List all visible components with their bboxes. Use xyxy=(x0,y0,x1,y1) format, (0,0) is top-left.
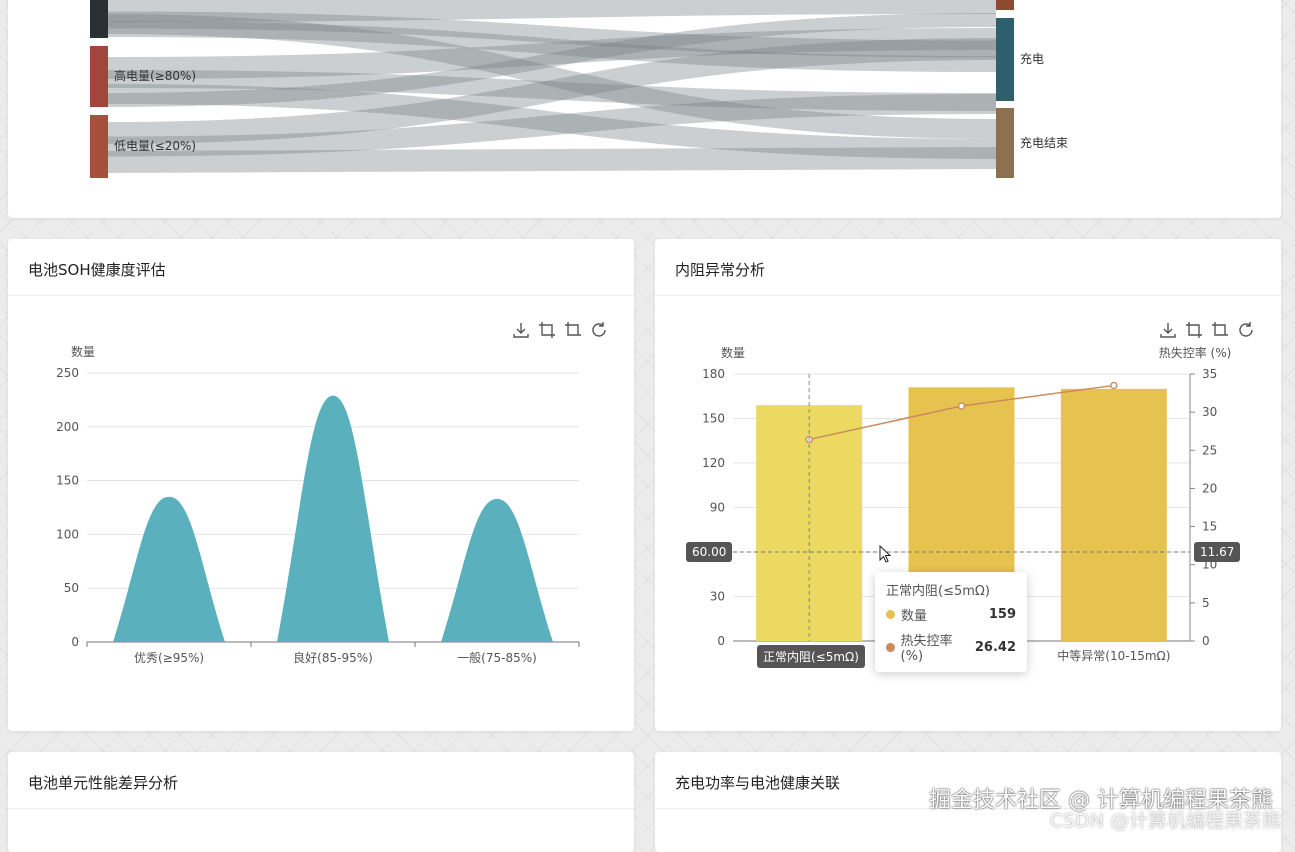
y-tick-label-left: 180 xyxy=(702,367,725,381)
sankey-label-right-2: 充电结束 xyxy=(1020,135,1068,150)
x-tick-label: 中等异常(10-15mΩ) xyxy=(1057,648,1170,663)
watermark-text-secondary: CSDN @计算机编程果茶熊 xyxy=(1049,810,1281,832)
y-tick-label: 200 xyxy=(56,420,79,434)
chart-tooltip: 正常内阻(≤5mΩ) 数量 159 热失控率 (%) 26.42 xyxy=(875,572,1027,672)
sankey-node-left-0[interactable] xyxy=(90,0,108,38)
soh-card: 电池SOH健康度评估 0 50 100 150 200 250 数量 优秀(≥95%) 良好(8… xyxy=(8,239,634,731)
tooltip-row: 热失控率 (%) 26.42 xyxy=(886,630,1016,664)
series-dot-icon xyxy=(886,610,895,619)
y-axis-label-right: 热失控率 (%) xyxy=(1159,345,1232,360)
area-peak xyxy=(277,395,389,642)
card-title: 充电功率与电池健康关联 xyxy=(675,774,841,792)
y-tick-label-right: 5 xyxy=(1202,596,1210,610)
y-tick-label: 100 xyxy=(56,527,79,541)
sankey-node-left-1[interactable] xyxy=(90,46,108,107)
sankey-link xyxy=(107,0,997,22)
y-axis-label-left: 数量 xyxy=(721,345,745,360)
y-tick-label: 50 xyxy=(64,581,79,595)
tooltip-series-name: 热失控率 (%) xyxy=(900,634,953,664)
sankey-links xyxy=(107,0,997,173)
y-tick-label-right: 25 xyxy=(1202,443,1217,457)
sankey-node-right-2[interactable] xyxy=(996,108,1014,178)
cell-diff-card: 电池单元性能差异分析 xyxy=(8,752,634,852)
y-tick-label-right: 30 xyxy=(1202,405,1217,419)
y-tick-label-right: 15 xyxy=(1202,520,1217,534)
y-tick-label-right: 35 xyxy=(1202,367,1217,381)
sankey-card: 高电量(≥80%) 低电量(≤20%) 充电 充电结束 xyxy=(8,0,1281,218)
x-tick-label: 良好(85-95%) xyxy=(293,650,373,665)
sankey-label-left-2: 低电量(≤20%) xyxy=(114,139,196,153)
y-tick-label-left: 120 xyxy=(702,456,725,470)
y-tick-label-left: 30 xyxy=(710,590,725,604)
bar xyxy=(1060,388,1167,641)
divider xyxy=(8,808,634,809)
y-tick-label: 0 xyxy=(71,635,79,649)
tooltip-series-value: 26.42 xyxy=(974,639,1016,655)
x-tick-label: 一般(75-85%) xyxy=(457,650,537,665)
sankey-node-right-0[interactable] xyxy=(996,0,1014,10)
line-point xyxy=(957,402,966,410)
sankey-node-left-2[interactable] xyxy=(90,115,108,178)
y-tick-label-left: 150 xyxy=(702,412,725,426)
card-title: 电池单元性能差异分析 xyxy=(28,774,179,792)
series-dot-icon xyxy=(886,642,895,652)
y-tick-label-right: 20 xyxy=(1202,481,1217,495)
y-tick-label: 250 xyxy=(56,366,79,380)
pointer-label-y-left: 60.00 xyxy=(686,542,733,562)
sankey-node-right-1[interactable] xyxy=(996,18,1014,101)
area-peak xyxy=(441,498,553,642)
y-axis-label: 数量 xyxy=(71,344,95,359)
ir-card: 内阻异常分析 030609012015018005101520253035数量热… xyxy=(655,239,1281,731)
sankey-link xyxy=(107,147,997,173)
sankey-chart: 高电量(≥80%) 低电量(≤20%) 充电 充电结束 xyxy=(90,0,1068,178)
pointer-label-x: 正常内阻(≤5mΩ) xyxy=(757,645,865,668)
tooltip-series-value: 159 xyxy=(988,607,1016,622)
soh-area-chart: 0 50 100 150 200 250 数量优秀(≥95%) 良好(85-95%) 一般(75… xyxy=(56,344,580,665)
tooltip-row: 数量 159 xyxy=(886,605,1016,624)
area-peak xyxy=(113,496,225,642)
line-point xyxy=(1110,381,1118,390)
tooltip-title: 正常内阻(≤5mΩ) xyxy=(886,584,990,599)
x-tick-label: 优秀(≥95%) xyxy=(134,651,204,665)
y-tick-label-left: 90 xyxy=(710,501,725,515)
mouse-cursor-icon xyxy=(879,545,892,563)
tooltip-series-name: 数量 xyxy=(901,609,928,624)
sankey-label-left-1: 高电量(≥80%) xyxy=(114,68,196,83)
pointer-label-y-right: 11.67 xyxy=(1194,542,1241,562)
sankey-label-right-1: 充电 xyxy=(1020,51,1044,66)
y-tick-label: 150 xyxy=(56,474,79,488)
y-tick-label-left: 0 xyxy=(717,634,725,648)
y-tick-label-right: 0 xyxy=(1202,634,1210,648)
